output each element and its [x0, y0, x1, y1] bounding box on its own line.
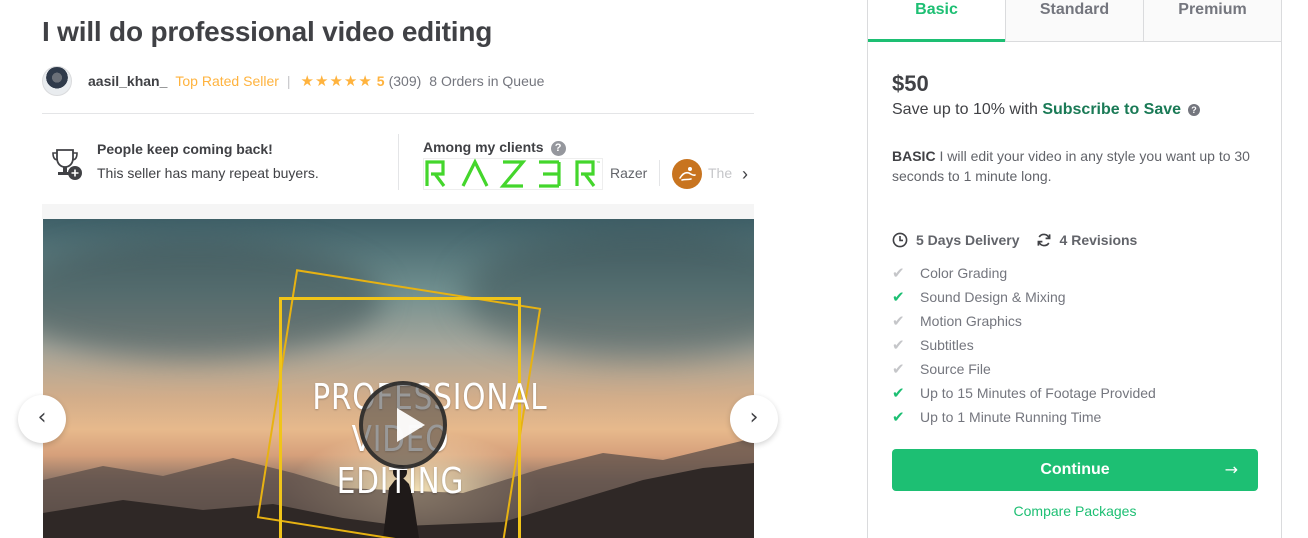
package-price: $50 [892, 71, 929, 96]
divider [398, 134, 399, 190]
feature-list: ✔ Color Grading ✔ Sound Design & Mixing ✔ M… [892, 261, 1156, 429]
rating-score: 5 [376, 73, 385, 89]
feature-item: ✔ Up to 1 Minute Running Time [892, 405, 1156, 429]
package-tabs: Basic Standard Premium [868, 0, 1281, 42]
seller-name-link[interactable]: aasil_khan_ [88, 73, 167, 89]
seller-level-badge: Top Rated Seller [175, 73, 279, 89]
feature-label: Up to 1 Minute Running Time [920, 409, 1102, 425]
refresh-icon [1037, 233, 1050, 247]
check-icon: ✔ [892, 384, 905, 402]
separator: | [286, 73, 291, 89]
clients-next-arrow-icon[interactable]: › [736, 163, 754, 185]
tab-basic[interactable]: Basic [868, 0, 1005, 42]
compare-packages-link[interactable]: Compare Packages [892, 503, 1258, 519]
package-panel: Basic Standard Premium $50 Save up to 10… [867, 0, 1282, 538]
continue-label: Continue [1040, 461, 1110, 478]
repeat-buyers-highlight: People keep coming back! This seller has… [42, 132, 382, 192]
check-icon: ✔ [892, 264, 905, 282]
feature-item: ✔ Sound Design & Mixing [892, 285, 1156, 309]
feature-item: ✔ Subtitles [892, 333, 1156, 357]
client-logo-icon[interactable] [672, 159, 702, 189]
clock-icon [892, 232, 908, 248]
clients-title: Among my clients [423, 139, 544, 155]
trophy-icon [52, 149, 82, 180]
package-description-text: I will edit your video in any style you … [892, 148, 1250, 184]
package-description: BASIC I will edit your video in any styl… [892, 146, 1262, 186]
client-name-razer: Razer [610, 165, 648, 181]
gallery-next-button[interactable]: › [730, 395, 778, 443]
help-icon[interactable]: ? [1188, 104, 1201, 116]
divider [42, 113, 754, 114]
feature-label: Motion Graphics [920, 313, 1022, 329]
feature-label: Sound Design & Mixing [920, 289, 1066, 305]
feature-item: ✔ Color Grading [892, 261, 1156, 285]
feature-item: ✔ Source File [892, 357, 1156, 381]
play-icon[interactable] [359, 381, 447, 469]
client-name-the: The [708, 165, 733, 181]
check-icon: ✔ [892, 312, 905, 330]
hand-logo-icon [679, 167, 696, 181]
svg-text:™: ™ [596, 161, 601, 167]
divider [659, 160, 660, 186]
repeat-buyers-title: People keep coming back! [97, 141, 273, 157]
arrow-right-icon: → [1224, 460, 1238, 479]
gallery-top-strip [42, 204, 754, 219]
feature-label: Source File [920, 361, 991, 377]
feature-item: ✔ Motion Graphics [892, 309, 1156, 333]
repeat-buyers-subtitle: This seller has many repeat buyers. [97, 165, 319, 181]
orders-in-queue: 8 Orders in Queue [429, 73, 545, 89]
check-icon: ✔ [892, 288, 905, 306]
check-icon: ✔ [892, 336, 905, 354]
package-label: BASIC [892, 148, 936, 164]
review-count-link[interactable]: (309) [389, 73, 422, 89]
save-prefix: Save up to 10% with [892, 101, 1043, 118]
subscribe-to-save-link[interactable]: Subscribe to Save [1042, 101, 1181, 118]
check-icon: ✔ [892, 360, 905, 378]
tab-premium[interactable]: Premium [1143, 0, 1281, 41]
star-rating-icon: ★★★★★ [300, 73, 373, 90]
feature-label: Subtitles [920, 337, 974, 353]
seller-overview: aasil_khan_ Top Rated Seller | ★★★★★ 5 (… [42, 64, 544, 98]
tab-standard[interactable]: Standard [1005, 0, 1143, 41]
feature-label: Up to 15 Minutes of Footage Provided [920, 385, 1156, 401]
clients-heading: Among my clients? [423, 139, 566, 156]
continue-button[interactable]: Continue → [892, 449, 1258, 491]
feature-item: ✔ Up to 15 Minutes of Footage Provided [892, 381, 1156, 405]
gig-title: I will do professional video editing [42, 16, 493, 47]
razer-logo[interactable]: ™ [423, 158, 603, 190]
check-icon: ✔ [892, 408, 905, 426]
delivery-revisions: 5 Days Delivery 4 Revisions [892, 232, 1137, 248]
help-icon[interactable]: ? [550, 141, 566, 156]
gallery-prev-button[interactable]: ‹ [18, 395, 66, 443]
revision-count: 4 Revisions [1059, 232, 1138, 248]
feature-label: Color Grading [920, 265, 1008, 281]
delivery-time: 5 Days Delivery [916, 232, 1020, 248]
seller-avatar[interactable] [42, 66, 72, 96]
gig-video-preview[interactable]: PROFESSIONAL VIDEO EDITING [43, 219, 754, 538]
subscribe-save-line: Save up to 10% with Subscribe to Save? [892, 101, 1201, 119]
